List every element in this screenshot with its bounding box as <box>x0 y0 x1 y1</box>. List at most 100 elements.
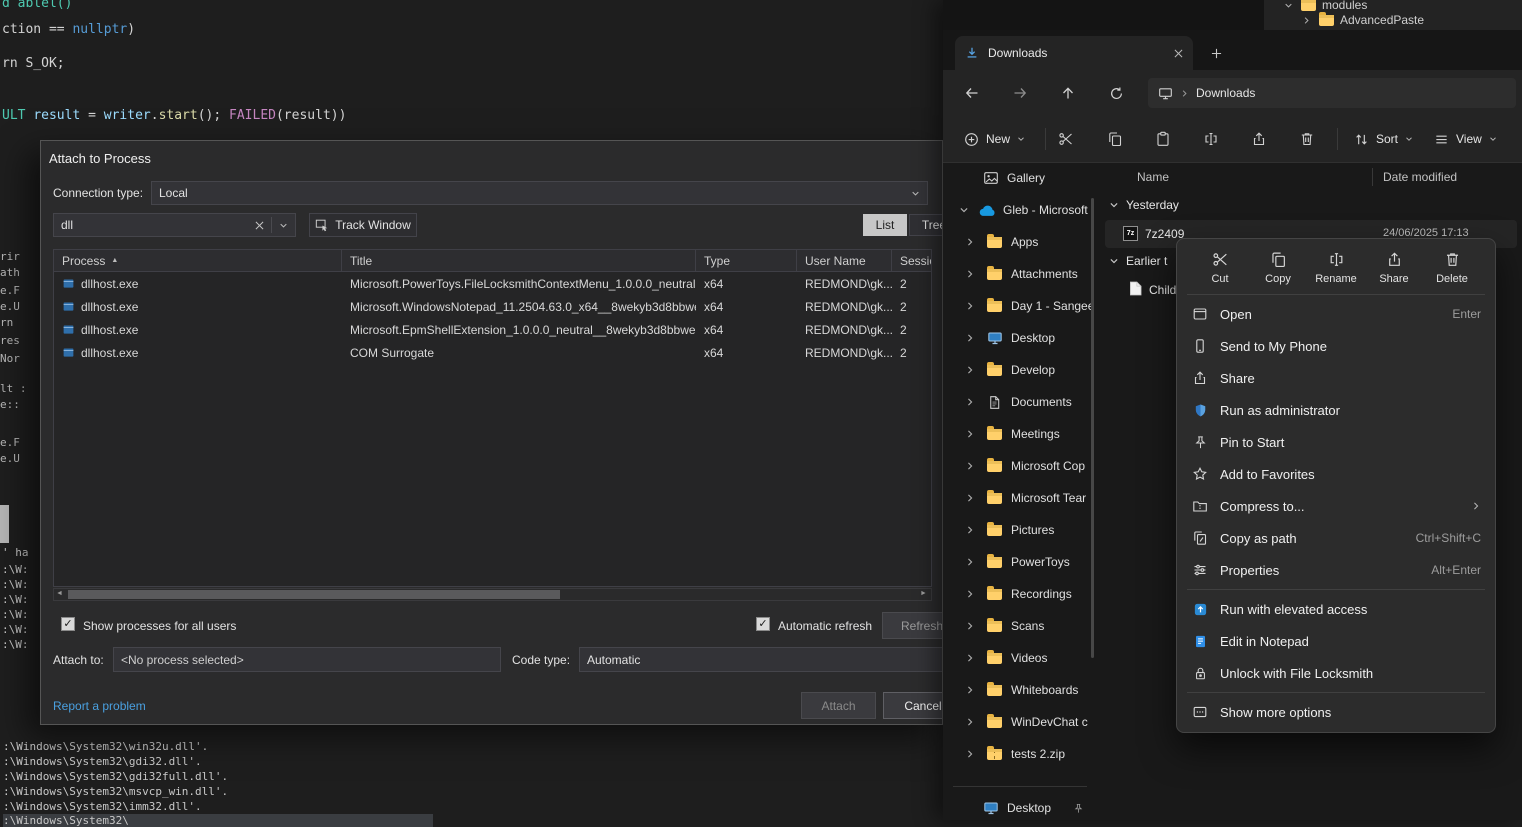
menu-item-run-as-administrator[interactable]: Run as administrator <box>1177 394 1495 426</box>
tab-close-icon[interactable] <box>1174 49 1183 58</box>
paste-button[interactable] <box>1145 124 1181 154</box>
sidebar-item-whiteboards[interactable]: Whiteboards <box>943 674 1093 706</box>
sidebar-item-recordings[interactable]: Recordings <box>943 578 1093 610</box>
column-header-process[interactable]: Process▲ <box>54 250 342 271</box>
horizontal-scrollbar[interactable]: ◄ ► <box>53 588 932 601</box>
menu-item-run-elevated[interactable]: Run with elevated access <box>1177 593 1495 625</box>
show-processes-checkbox[interactable]: ✓ <box>61 617 75 631</box>
sidebar-item-day1[interactable]: Day 1 - Sangee <box>943 290 1093 322</box>
sidebar-item-pictures[interactable]: Pictures <box>943 514 1093 546</box>
menu-item-show-more-options[interactable]: Show more options <box>1177 696 1495 728</box>
sidebar-item-microsoft-cop[interactable]: Microsoft Cop <box>943 450 1093 482</box>
menu-item-edit-in-notepad[interactable]: Edit in Notepad <box>1177 625 1495 657</box>
breadcrumb[interactable]: Downloads <box>1196 86 1255 100</box>
sidebar-item-onedrive[interactable]: Gleb - Microsoft <box>943 194 1093 226</box>
chevron-right-icon[interactable] <box>965 429 977 439</box>
sidebar-item-videos[interactable]: Videos <box>943 642 1093 674</box>
chevron-right-icon[interactable] <box>965 493 977 503</box>
chevron-right-icon[interactable] <box>965 269 977 279</box>
connection-type-dropdown[interactable]: Local <box>151 181 928 205</box>
report-problem-link[interactable]: Report a problem <box>53 699 146 713</box>
chevron-right-icon[interactable] <box>965 717 977 727</box>
column-header-session[interactable]: Session <box>892 250 931 271</box>
sidebar-item-tests-zip[interactable]: tests 2.zip <box>943 738 1093 770</box>
code-type-field[interactable]: Automatic <box>579 647 943 672</box>
sidebar-item-documents[interactable]: Documents <box>943 386 1093 418</box>
menu-item-copy-as-path[interactable]: Copy as path Ctrl+Shift+C <box>1177 522 1495 554</box>
chevron-right-icon[interactable] <box>965 301 977 311</box>
delete-action[interactable]: Delete <box>1429 251 1475 285</box>
menu-item-add-to-favorites[interactable]: Add to Favorites <box>1177 458 1495 490</box>
column-header-title[interactable]: Title <box>342 250 696 271</box>
tab-downloads[interactable]: Downloads <box>955 36 1193 70</box>
sidebar-item-attachments[interactable]: Attachments <box>943 258 1093 290</box>
scroll-left-icon[interactable]: ◄ <box>56 590 63 597</box>
chevron-right-icon[interactable] <box>965 557 977 567</box>
menu-item-open[interactable]: Open Enter <box>1177 298 1495 330</box>
copy-action[interactable]: Copy <box>1255 251 1301 285</box>
sidebar-item-windevchat[interactable]: WinDevChat c <box>943 706 1093 738</box>
refresh-button[interactable] <box>1101 78 1131 108</box>
scrollbar-thumb[interactable] <box>0 505 9 543</box>
table-row[interactable]: dllhost.exe Microsoft.WindowsNotepad_11.… <box>54 295 931 318</box>
sidebar-item-microsoft-tear[interactable]: Microsoft Tear <box>943 482 1093 514</box>
chevron-right-icon[interactable] <box>965 237 977 247</box>
up-button[interactable] <box>1053 78 1083 108</box>
tree-view-toggle[interactable]: Tree <box>909 214 943 236</box>
chevron-down-icon[interactable] <box>959 205 971 215</box>
clear-filter-icon[interactable] <box>255 221 264 230</box>
cut-button[interactable] <box>1048 124 1084 154</box>
chevron-right-icon[interactable] <box>965 525 977 535</box>
scrollbar-thumb[interactable] <box>68 590 560 599</box>
chevron-down-icon[interactable] <box>279 221 288 230</box>
new-button[interactable]: New <box>955 124 1034 154</box>
menu-item-unlock-file-locksmith[interactable]: Unlock with File Locksmith <box>1177 657 1495 689</box>
column-header-name[interactable]: Name <box>1137 170 1169 184</box>
table-row[interactable]: dllhost.exe COM Surrogate x64 REDMOND\gk… <box>54 341 931 364</box>
chevron-right-icon[interactable] <box>965 461 977 471</box>
chevron-right-icon[interactable] <box>965 653 977 663</box>
chevron-down-icon[interactable] <box>1109 256 1119 266</box>
chevron-right-icon[interactable] <box>965 749 977 759</box>
chevron-right-icon[interactable] <box>965 397 977 407</box>
group-header-yesterday[interactable]: Yesterday <box>1109 198 1179 212</box>
rename-action[interactable]: Rename <box>1313 251 1359 285</box>
attach-to-field[interactable]: <No process selected> <box>113 647 501 672</box>
table-row[interactable]: dllhost.exe Microsoft.EpmShellExtension_… <box>54 318 931 341</box>
new-tab-button[interactable] <box>1205 42 1227 64</box>
sidebar-item-gallery[interactable]: Gallery <box>943 162 1093 194</box>
process-filter-input[interactable]: dll <box>53 213 296 237</box>
sort-button[interactable]: Sort <box>1345 124 1422 154</box>
column-header-date-modified[interactable]: Date modified <box>1383 170 1457 184</box>
chevron-right-icon[interactable] <box>965 621 977 631</box>
auto-refresh-checkbox[interactable]: ✓ <box>756 617 770 631</box>
scroll-right-icon[interactable]: ► <box>920 590 927 597</box>
forward-button[interactable] <box>1005 78 1035 108</box>
sidebar-item-apps[interactable]: Apps <box>943 226 1093 258</box>
column-divider[interactable] <box>1372 168 1373 186</box>
sidebar-item-scans[interactable]: Scans <box>943 610 1093 642</box>
menu-item-send-to-phone[interactable]: Send to My Phone <box>1177 330 1495 362</box>
menu-item-share[interactable]: Share <box>1177 362 1495 394</box>
menu-item-compress-to[interactable]: Compress to... <box>1177 490 1495 522</box>
sidebar-item-desktop-pinned[interactable]: Desktop <box>943 794 1093 820</box>
menu-item-pin-to-start[interactable]: Pin to Start <box>1177 426 1495 458</box>
delete-button[interactable] <box>1289 124 1325 154</box>
rename-button[interactable] <box>1193 124 1229 154</box>
track-window-button[interactable]: Track Window <box>309 213 417 237</box>
chevron-right-icon[interactable] <box>965 685 977 695</box>
list-view-toggle[interactable]: List <box>863 214 907 236</box>
share-action[interactable]: Share <box>1371 251 1417 285</box>
share-button[interactable] <box>1241 124 1277 154</box>
copy-button[interactable] <box>1097 124 1133 154</box>
tree-item-advancedpaste[interactable]: AdvancedPaste <box>1264 12 1522 28</box>
chevron-right-icon[interactable] <box>965 333 977 343</box>
chevron-right-icon[interactable] <box>965 589 977 599</box>
attach-button[interactable]: Attach <box>801 692 876 719</box>
chevron-right-icon[interactable] <box>965 365 977 375</box>
group-header-earlier[interactable]: Earlier t <box>1109 254 1167 268</box>
sidebar-item-meetings[interactable]: Meetings <box>943 418 1093 450</box>
chevron-down-icon[interactable] <box>1109 200 1119 210</box>
sidebar-item-desktop[interactable]: Desktop <box>943 322 1093 354</box>
cancel-button[interactable]: Cancel <box>883 692 943 719</box>
